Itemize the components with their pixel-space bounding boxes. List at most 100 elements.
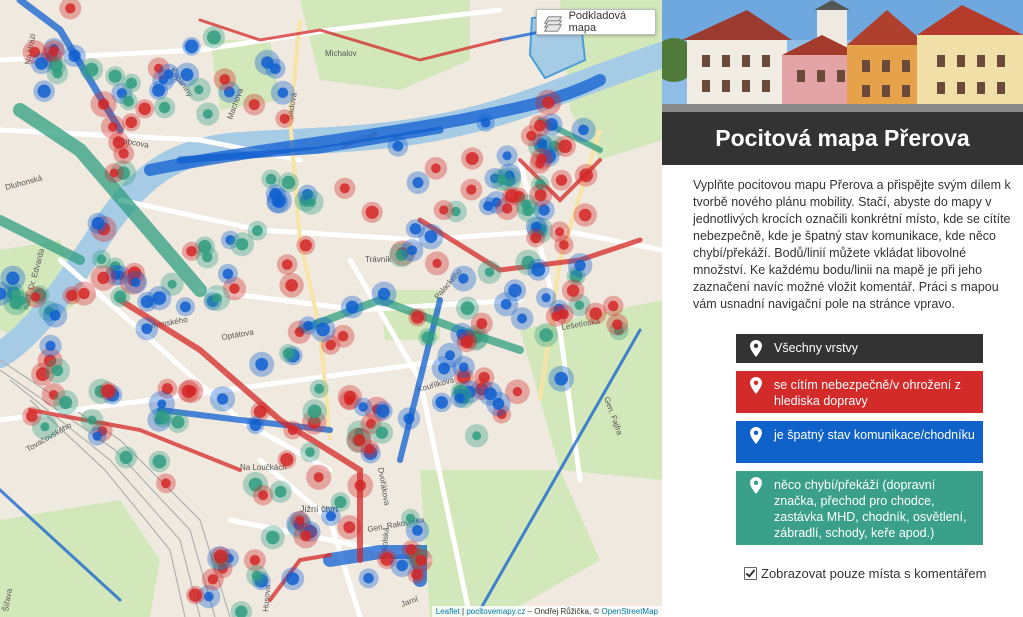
red-marker[interactable]: [530, 232, 542, 244]
blue-marker[interactable]: [358, 402, 368, 412]
red-marker[interactable]: [207, 574, 218, 585]
blue-marker[interactable]: [424, 230, 438, 244]
red-marker[interactable]: [97, 98, 110, 110]
red-marker[interactable]: [279, 113, 290, 124]
blue-marker[interactable]: [438, 362, 450, 375]
red-marker[interactable]: [186, 246, 197, 257]
red-marker[interactable]: [344, 395, 355, 406]
red-marker[interactable]: [65, 3, 76, 14]
red-marker[interactable]: [280, 453, 294, 467]
red-marker[interactable]: [534, 189, 547, 202]
green-marker[interactable]: [539, 328, 553, 342]
red-marker[interactable]: [589, 307, 602, 320]
red-marker[interactable]: [97, 271, 110, 284]
red-marker[interactable]: [49, 46, 59, 56]
blue-marker[interactable]: [180, 301, 191, 313]
blue-marker[interactable]: [216, 393, 229, 405]
blue-marker[interactable]: [363, 573, 374, 584]
red-marker[interactable]: [365, 205, 379, 219]
red-marker[interactable]: [339, 183, 350, 194]
red-marker[interactable]: [337, 330, 349, 342]
red-marker[interactable]: [536, 153, 547, 165]
blue-marker[interactable]: [409, 223, 422, 235]
green-marker[interactable]: [281, 175, 296, 190]
base-map-layer-button[interactable]: Podkladová mapa: [536, 9, 656, 35]
red-marker[interactable]: [558, 309, 569, 320]
red-marker[interactable]: [364, 444, 375, 454]
green-marker[interactable]: [123, 96, 134, 107]
red-marker[interactable]: [281, 259, 293, 270]
map-view[interactable]: Na Hrázi Michalov Kopaniny Machova Sadov…: [0, 0, 662, 617]
red-marker[interactable]: [502, 203, 513, 214]
green-marker[interactable]: [334, 496, 347, 509]
layer-danger-button[interactable]: se cítím nebezpečně/v ohrožení z hledisk…: [736, 371, 983, 413]
blue-marker[interactable]: [286, 572, 300, 586]
green-marker[interactable]: [108, 69, 122, 83]
blue-marker[interactable]: [500, 298, 512, 310]
green-marker[interactable]: [59, 395, 73, 410]
blue-marker[interactable]: [454, 393, 465, 404]
layer-bad-road-button[interactable]: je špatný stav komunikace/chodníku: [736, 421, 983, 463]
blue-marker[interactable]: [157, 399, 167, 409]
only-comments-toggle[interactable]: Zobrazovat pouze místa s komentářem: [744, 566, 986, 581]
blue-marker[interactable]: [222, 268, 234, 280]
green-marker[interactable]: [84, 62, 99, 77]
green-marker[interactable]: [158, 101, 171, 114]
green-marker[interactable]: [460, 301, 475, 315]
green-marker[interactable]: [421, 331, 435, 345]
red-marker[interactable]: [253, 405, 267, 418]
red-marker[interactable]: [287, 425, 298, 435]
blue-marker[interactable]: [435, 396, 449, 409]
green-marker[interactable]: [252, 225, 263, 237]
blue-marker[interactable]: [541, 293, 551, 303]
green-marker[interactable]: [405, 513, 416, 523]
green-marker[interactable]: [212, 293, 222, 303]
red-marker[interactable]: [248, 99, 260, 111]
blue-marker[interactable]: [345, 300, 359, 314]
green-marker[interactable]: [266, 530, 280, 545]
green-marker[interactable]: [171, 415, 185, 429]
blue-marker[interactable]: [403, 413, 415, 424]
red-marker[interactable]: [439, 205, 449, 215]
red-marker[interactable]: [285, 279, 298, 292]
green-marker[interactable]: [202, 109, 213, 119]
green-marker[interactable]: [307, 404, 322, 419]
red-marker[interactable]: [579, 168, 593, 183]
red-marker[interactable]: [299, 239, 312, 252]
red-marker[interactable]: [26, 410, 38, 422]
blue-marker[interactable]: [517, 313, 528, 324]
blue-marker[interactable]: [396, 559, 408, 572]
green-marker[interactable]: [472, 431, 482, 441]
green-marker[interactable]: [202, 252, 213, 263]
blue-marker[interactable]: [255, 357, 269, 371]
map-canvas[interactable]: Na Hrázi Michalov Kopaniny Machova Sadov…: [0, 0, 662, 617]
green-marker[interactable]: [574, 300, 585, 310]
red-marker[interactable]: [125, 116, 138, 129]
layer-all-button[interactable]: Všechny vrstvy: [736, 334, 983, 363]
red-marker[interactable]: [219, 74, 231, 85]
green-marker[interactable]: [496, 175, 507, 185]
red-marker[interactable]: [354, 479, 366, 492]
green-marker[interactable]: [305, 447, 315, 458]
red-marker[interactable]: [558, 139, 572, 154]
green-marker[interactable]: [314, 383, 325, 394]
blue-marker[interactable]: [152, 291, 167, 305]
blue-marker[interactable]: [502, 151, 512, 161]
red-marker[interactable]: [476, 318, 488, 330]
blue-marker[interactable]: [272, 194, 287, 208]
osm-link[interactable]: OpenStreetMap: [602, 607, 658, 616]
blue-marker[interactable]: [325, 511, 336, 522]
green-marker[interactable]: [152, 454, 167, 469]
blue-marker[interactable]: [92, 431, 102, 441]
green-marker[interactable]: [40, 422, 50, 432]
blue-marker[interactable]: [37, 84, 51, 98]
green-marker[interactable]: [282, 347, 295, 359]
red-marker[interactable]: [188, 588, 202, 602]
red-marker[interactable]: [118, 148, 129, 159]
blue-marker[interactable]: [412, 177, 424, 189]
green-marker[interactable]: [274, 485, 287, 498]
blue-marker[interactable]: [407, 245, 418, 256]
red-marker[interactable]: [465, 152, 479, 165]
red-marker[interactable]: [258, 490, 269, 501]
blue-marker[interactable]: [316, 322, 330, 337]
